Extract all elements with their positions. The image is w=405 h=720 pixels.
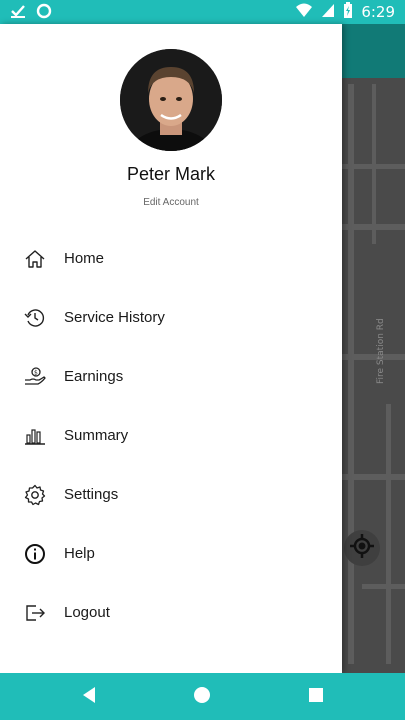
back-icon [81, 686, 97, 708]
user-name: Peter Mark [126, 164, 216, 184]
menu-label-logout: Logout [64, 604, 110, 621]
menu-label-settings: Settings [64, 486, 119, 503]
recents-icon [308, 687, 324, 707]
checkmark-icon [10, 3, 26, 23]
menu-item-settings[interactable]: Settings [0, 465, 342, 524]
gear-icon [24, 484, 46, 506]
home-icon [24, 248, 46, 270]
avatar[interactable] [120, 49, 222, 151]
signal-icon [321, 2, 335, 22]
status-bar: 6:29 [0, 0, 405, 24]
status-time: 6:29 [361, 3, 395, 21]
crosshair-icon [349, 533, 375, 563]
recents-button[interactable] [305, 686, 327, 708]
wifi-icon [295, 2, 313, 22]
navigation-drawer: Peter Mark Edit Account Home Service His… [0, 24, 342, 673]
earnings-icon: $ [24, 366, 46, 388]
map-street [348, 84, 354, 664]
svg-text:$: $ [34, 369, 38, 376]
map-street [342, 354, 405, 360]
back-button[interactable] [78, 686, 100, 708]
battery-icon [343, 2, 353, 22]
map-street [372, 84, 376, 244]
menu-item-home[interactable]: Home [0, 229, 342, 288]
status-right-icons: 6:29 [295, 2, 395, 22]
menu-label-earnings: Earnings [64, 368, 124, 385]
menu-item-summary[interactable]: Summary [0, 406, 342, 465]
my-location-button[interactable] [344, 530, 380, 566]
map-street [342, 474, 405, 480]
home-button[interactable] [191, 686, 213, 708]
edit-account-link[interactable]: Edit Account [0, 197, 342, 208]
menu-label-home: Home [64, 250, 105, 267]
map-street [362, 584, 405, 589]
home-circle-icon [193, 686, 211, 708]
history-icon [24, 307, 46, 329]
menu-item-logout[interactable]: Logout [0, 583, 342, 642]
map-app-bar [342, 24, 405, 78]
menu-label-summary: Summary [64, 427, 129, 444]
circle-icon [36, 3, 52, 23]
status-left-icons [10, 3, 52, 23]
menu-item-earnings[interactable]: $ Earnings [0, 347, 342, 406]
menu-label-service-history: Service History [64, 309, 165, 326]
menu-item-service-history[interactable]: Service History [0, 288, 342, 347]
info-icon [24, 543, 46, 565]
drawer-menu: Home Service History $ Earnings Summary … [0, 229, 342, 642]
map-view[interactable]: Fire Station Rd [342, 24, 405, 673]
system-nav-bar [0, 673, 405, 720]
map-road-label: Fire Station Rd [376, 318, 386, 384]
logout-icon [24, 602, 46, 624]
bar-chart-icon [24, 425, 46, 447]
map-street [386, 404, 391, 664]
menu-label-help: Help [64, 545, 95, 562]
menu-item-help[interactable]: Help [0, 524, 342, 583]
